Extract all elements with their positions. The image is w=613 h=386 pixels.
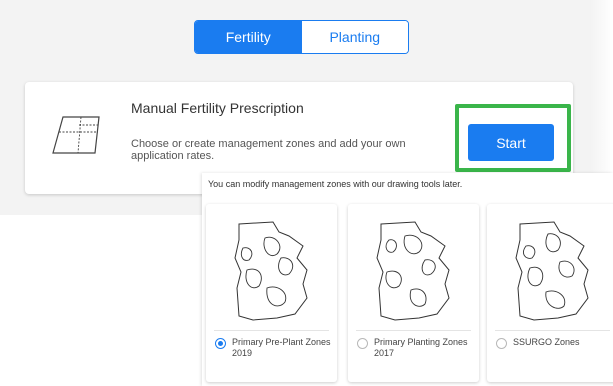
card-description: Choose or create management zones and ad… <box>131 138 406 162</box>
zone-radio[interactable] <box>357 338 368 349</box>
start-button[interactable]: Start <box>468 124 554 161</box>
zone-label: SSURGO Zones <box>513 337 580 347</box>
field-map-icon <box>51 115 101 160</box>
zone-map-icon <box>514 218 592 327</box>
zone-divider <box>214 330 329 331</box>
zone-card-ssurgo[interactable]: SSURGO Zones <box>487 204 613 382</box>
zone-label: Primary Planting Zones 2017 <box>374 337 468 358</box>
zone-radio[interactable] <box>215 338 226 349</box>
zone-radio[interactable] <box>496 338 507 349</box>
zone-map-icon <box>233 218 311 327</box>
zone-divider <box>495 330 610 331</box>
zone-divider <box>356 330 471 331</box>
zone-card-pre-plant-2019[interactable]: Primary Pre-Plant Zones 2019 <box>206 204 337 382</box>
tab-fertility[interactable]: Fertility <box>195 21 302 53</box>
mode-tabs: Fertility Planting <box>194 20 409 54</box>
zone-map-icon <box>375 218 453 327</box>
card-title: Manual Fertility Prescription <box>131 100 304 116</box>
zone-label: Primary Pre-Plant Zones 2019 <box>232 337 331 358</box>
zones-overlay: You can modify management zones with our… <box>202 173 613 386</box>
tab-planting[interactable]: Planting <box>301 21 408 53</box>
zone-card-planting-2017[interactable]: Primary Planting Zones 2017 <box>348 204 479 382</box>
overlay-note: You can modify management zones with our… <box>208 179 463 189</box>
